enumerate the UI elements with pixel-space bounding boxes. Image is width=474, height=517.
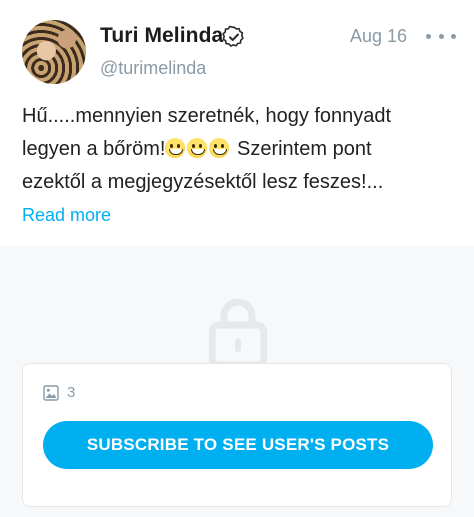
author-name[interactable]: Turi Melinda <box>100 24 223 48</box>
post-text-segment: legyen a bőröm! <box>22 138 166 160</box>
read-more-link[interactable]: Read more <box>22 205 111 226</box>
grinning-face-emoji-icon <box>187 138 208 158</box>
author-username[interactable]: @turimelinda <box>100 58 206 79</box>
post-date: Aug 16 <box>350 26 408 46</box>
post-text-segment: Szerintem pont <box>236 138 372 160</box>
grinning-face-emoji-icon <box>165 138 186 158</box>
avatar[interactable] <box>22 20 86 84</box>
media-count-value: 3 <box>67 384 76 401</box>
subscribe-button[interactable]: SUBSCRIBE TO SEE USER'S POSTS <box>43 421 433 469</box>
post-text-line-1: Hű.....mennyien szeretnék, hogy fonnyadt <box>22 105 392 127</box>
grinning-face-emoji-icon <box>209 138 230 158</box>
post-card: Turi Melinda @turimelinda Aug 16 Hű.....… <box>0 0 474 517</box>
subscribe-card: 3 SUBSCRIBE TO SEE USER'S POSTS <box>22 363 452 507</box>
post-text-line-3: ezektől a megjegyzésektől lesz feszes!..… <box>22 171 384 193</box>
image-icon <box>43 384 59 401</box>
more-options-button[interactable] <box>426 24 456 48</box>
dot-icon <box>451 33 456 39</box>
verified-check-icon <box>222 25 244 47</box>
dot-icon <box>438 33 444 39</box>
locked-content-area: 3 SUBSCRIBE TO SEE USER'S POSTS <box>0 246 474 517</box>
dot-icon <box>426 33 431 39</box>
post-text-line-2: legyen a bőröm! Szerintem pont <box>22 138 462 161</box>
media-count: 3 <box>43 384 75 401</box>
lock-icon <box>209 298 267 368</box>
